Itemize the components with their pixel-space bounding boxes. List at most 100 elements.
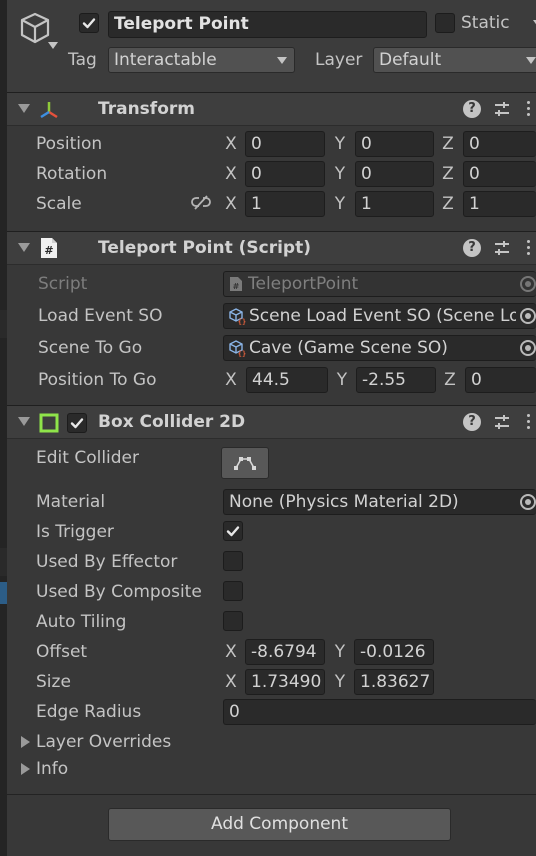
help-icon[interactable]: ?: [463, 413, 481, 431]
rotation-y-input[interactable]: 0: [355, 161, 434, 187]
box-collider-header[interactable]: Box Collider 2D ?: [7, 405, 536, 439]
svg-text:#: #: [44, 244, 53, 257]
layer-overrides-foldout-icon[interactable]: [21, 736, 30, 748]
used-by-effector-checkbox[interactable]: [223, 551, 243, 571]
size-y-input[interactable]: 1.83627: [354, 669, 434, 695]
edit-collider-button[interactable]: [221, 447, 269, 479]
size-x-input[interactable]: 1.73490: [245, 669, 325, 695]
position-to-go-z-input[interactable]: 0: [465, 367, 536, 393]
rotation-z-input[interactable]: 0: [463, 161, 536, 187]
offset-x-input[interactable]: -8.6794: [245, 639, 325, 665]
object-picker-icon[interactable]: [520, 340, 536, 356]
material-field[interactable]: None (Physics Material 2D): [223, 489, 536, 515]
position-y-input[interactable]: 0: [355, 131, 434, 157]
static-label: Static: [461, 13, 510, 33]
csharp-script-icon: #: [41, 238, 57, 258]
position-to-go-z-axis[interactable]: Z: [442, 367, 458, 393]
rotation-z-axis[interactable]: Z: [440, 161, 456, 187]
help-icon[interactable]: ?: [463, 239, 481, 257]
layer-dropdown[interactable]: Default: [373, 47, 536, 73]
object-picker-icon[interactable]: [520, 308, 536, 324]
scene-to-go-value: Cave (Game Scene SO): [249, 338, 448, 358]
script-component-title: Teleport Point (Script): [98, 238, 311, 258]
size-x-axis[interactable]: X: [223, 669, 239, 695]
box-collider-foldout-icon[interactable]: [18, 417, 30, 426]
position-x-input[interactable]: 0: [245, 131, 325, 157]
script-foldout-icon[interactable]: [18, 243, 30, 252]
gameobject-cube-icon: [20, 12, 50, 44]
scene-to-go-field[interactable]: {} Cave (Game Scene SO): [223, 335, 536, 361]
tag-dropdown[interactable]: Interactable: [108, 47, 295, 73]
position-z-axis[interactable]: Z: [440, 131, 456, 157]
edit-collider-label: Edit Collider: [36, 448, 140, 468]
info-label[interactable]: Info: [36, 758, 68, 780]
transform-header[interactable]: Transform ?: [7, 92, 536, 126]
scale-y-input[interactable]: 1: [355, 191, 434, 217]
scale-z-axis[interactable]: Z: [440, 191, 456, 217]
static-checkbox[interactable]: [435, 13, 455, 33]
preset-sliders-icon[interactable]: [493, 413, 511, 431]
position-to-go-x-axis[interactable]: X: [223, 367, 239, 393]
scale-x-axis[interactable]: X: [223, 191, 239, 217]
layer-overrides-label[interactable]: Layer Overrides: [36, 731, 171, 753]
layer-label: Layer: [315, 50, 363, 70]
rotation-x-axis[interactable]: X: [223, 161, 239, 187]
object-picker-icon[interactable]: [520, 494, 536, 510]
edit-collider-shape-icon: [234, 457, 256, 470]
kebab-menu-icon[interactable]: [527, 414, 531, 432]
add-component-button[interactable]: Add Component: [108, 808, 451, 841]
position-z-input[interactable]: 0: [463, 131, 536, 157]
box-collider-enabled-checkbox[interactable]: [67, 413, 87, 433]
transform-axes-icon: [40, 102, 58, 119]
used-by-composite-checkbox[interactable]: [223, 581, 243, 601]
help-icon[interactable]: ?: [463, 100, 481, 118]
info-foldout-icon[interactable]: [21, 763, 30, 775]
scale-z-input[interactable]: 1: [463, 191, 536, 217]
script-component-header[interactable]: # Teleport Point (Script) ?: [7, 231, 536, 265]
size-y-axis[interactable]: Y: [332, 669, 348, 695]
position-to-go-x-input[interactable]: 44.5: [246, 367, 328, 393]
position-to-go-label: Position To Go: [38, 370, 157, 390]
kebab-menu-icon[interactable]: [527, 101, 531, 119]
scale-y-axis[interactable]: Y: [332, 191, 348, 217]
active-checkbox[interactable]: [79, 13, 99, 33]
object-picker-icon: [520, 276, 536, 292]
auto-tiling-checkbox[interactable]: [223, 611, 243, 631]
used-by-effector-label: Used By Effector: [36, 552, 178, 572]
gameobject-header: Teleport Point Static Tag Interactable L…: [7, 0, 536, 92]
left-panel-strip: [0, 0, 7, 856]
transform-foldout-icon[interactable]: [18, 104, 30, 113]
icon-dropdown-arrow-icon[interactable]: [48, 42, 58, 49]
is-trigger-label: Is Trigger: [36, 522, 114, 542]
rotation-x-input[interactable]: 0: [245, 161, 325, 187]
scale-x-input[interactable]: 1: [245, 191, 325, 217]
preset-sliders-icon[interactable]: [493, 100, 511, 118]
is-trigger-checkbox[interactable]: [223, 521, 243, 541]
rotation-label: Rotation: [36, 164, 108, 184]
auto-tiling-label: Auto Tiling: [36, 612, 127, 632]
transform-title: Transform: [98, 99, 195, 119]
offset-x-axis[interactable]: X: [223, 639, 239, 665]
position-to-go-y-axis[interactable]: Y: [334, 367, 350, 393]
load-event-field[interactable]: {} Scene Load Event SO (Scene Lo: [223, 303, 536, 329]
tag-label: Tag: [68, 50, 97, 70]
rotation-y-axis[interactable]: Y: [332, 161, 348, 187]
left-panel-selection: [0, 582, 7, 604]
object-name-input[interactable]: Teleport Point: [108, 11, 427, 38]
constrain-proportions-link-icon[interactable]: [191, 195, 211, 211]
offset-y-input[interactable]: -0.0126: [354, 639, 434, 665]
position-to-go-y-input[interactable]: -2.55: [356, 367, 436, 393]
offset-label: Offset: [36, 642, 88, 662]
scene-to-go-label: Scene To Go: [38, 338, 143, 358]
kebab-menu-icon[interactable]: [527, 240, 531, 258]
offset-y-axis[interactable]: Y: [332, 639, 348, 665]
edge-radius-input[interactable]: 0: [223, 699, 536, 725]
load-event-label: Load Event SO: [38, 306, 163, 326]
position-x-axis[interactable]: X: [223, 131, 239, 157]
script-value: TeleportPoint: [248, 274, 359, 294]
script-file-icon: #: [230, 277, 242, 291]
svg-text:#: #: [233, 282, 240, 291]
box-collider-title: Box Collider 2D: [98, 412, 246, 432]
preset-sliders-icon[interactable]: [493, 239, 511, 257]
position-y-axis[interactable]: Y: [332, 131, 348, 157]
